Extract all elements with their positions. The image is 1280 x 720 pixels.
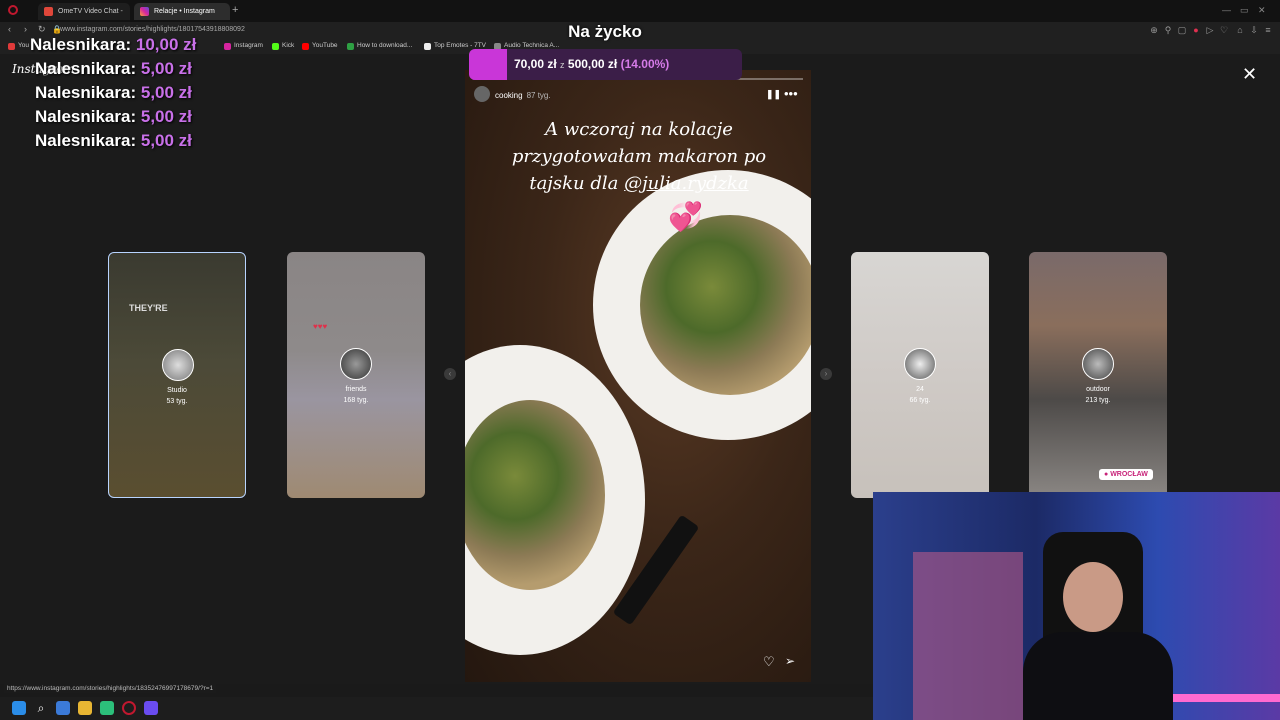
favorites-heart-icon[interactable]: ♡ — [1218, 25, 1230, 36]
highlight-card-24[interactable]: 24 66 tyg. — [851, 252, 989, 498]
donation-goal-bar: 70,00 zł z 500,00 zł (14.00%) — [469, 49, 742, 80]
new-tab-button[interactable]: + — [232, 4, 238, 16]
highlight-time: 168 tyg. — [343, 397, 369, 404]
donation-goal-fill — [469, 49, 508, 80]
reload-icon[interactable]: ↻ — [38, 24, 46, 35]
avatar — [162, 349, 194, 381]
highlight-title: 24 — [916, 386, 924, 393]
tab-label: Relacje • Instagram — [154, 8, 215, 15]
snapshot-icon[interactable]: ▢ — [1176, 25, 1188, 36]
task-view-icon[interactable] — [56, 701, 70, 715]
next-story-button[interactable]: › — [820, 368, 832, 380]
hearts-sticker-icon: 💞 — [668, 201, 703, 232]
ometv-favicon-icon — [44, 7, 53, 16]
opera-taskbar-icon[interactable] — [122, 701, 136, 715]
opera-logo-icon[interactable] — [8, 5, 18, 15]
pin-icon[interactable]: ⚲ — [1162, 25, 1174, 36]
hearts-icon: ♥♥♥ — [313, 322, 328, 331]
share-send-icon[interactable]: ➢ — [785, 654, 795, 668]
file-explorer-icon[interactable] — [78, 701, 92, 715]
like-heart-icon[interactable]: ♡ — [763, 654, 775, 670]
tab-ometv[interactable]: OmeTV Video Chat - — [38, 3, 130, 20]
search-icon[interactable]: ⌕ — [34, 701, 48, 715]
status-url: https://www.instagram.com/stories/highli… — [4, 684, 217, 693]
record-icon[interactable]: ● — [1190, 25, 1202, 35]
windows-start-icon[interactable] — [12, 701, 26, 715]
mention-link[interactable]: @julia.rydzka — [624, 173, 749, 194]
previous-story-button[interactable]: ‹ — [444, 368, 456, 380]
pause-icon[interactable]: ❚❚ — [766, 89, 781, 100]
tab-instagram[interactable]: Relacje • Instagram — [134, 3, 230, 20]
highlight-card-outdoor[interactable]: outdoor 213 tyg. ● WROCŁAW — [1029, 252, 1167, 498]
bookmark-instagram[interactable]: Instagram — [224, 40, 263, 52]
bookmark-youtube[interactable]: YouTube — [302, 40, 338, 52]
avatar — [340, 348, 372, 380]
donation-goal-text: 70,00 zł z 500,00 zł (14.00%) — [514, 57, 670, 71]
menu-icon[interactable]: ≡ — [1262, 25, 1274, 35]
story-user[interactable]: cooking 87 tyg. — [495, 91, 551, 100]
forward-arrow-icon[interactable]: › — [24, 24, 27, 34]
restore-icon[interactable]: ▭ — [1240, 5, 1249, 16]
bookmark-kick[interactable]: Kick — [272, 40, 294, 52]
noodles — [640, 215, 811, 395]
streaming-app-icon[interactable] — [144, 701, 158, 715]
story-time: 87 tyg. — [526, 91, 551, 100]
webcam-background — [913, 552, 1023, 720]
more-options-icon[interactable]: ••• — [784, 86, 798, 101]
zoom-icon[interactable]: ⊕ — [1148, 25, 1160, 36]
highlight-time: 66 tyg. — [909, 397, 931, 404]
window-close-icon[interactable]: ✕ — [1258, 5, 1266, 16]
led-strip — [1173, 694, 1280, 702]
back-arrow-icon[interactable]: ‹ — [8, 24, 11, 34]
minimize-icon[interactable]: — — [1222, 5, 1231, 15]
story-avatar[interactable] — [474, 86, 490, 102]
stream-title: Na życko — [568, 22, 642, 41]
webcam-feed — [873, 492, 1280, 720]
app-icon[interactable] — [100, 701, 114, 715]
highlight-headline: THEY'RE — [129, 303, 168, 313]
story-username[interactable]: cooking — [495, 91, 523, 100]
highlight-time: 213 tyg. — [1085, 397, 1111, 404]
avatar — [1082, 348, 1114, 380]
donation-entry: Nalesnikara: 10,00 zł — [30, 35, 197, 54]
highlight-time: 53 tyg. — [166, 398, 188, 405]
instagram-favicon-icon — [140, 7, 149, 16]
highlight-title: outdoor — [1086, 386, 1110, 393]
donation-entry: Nalesnikara: 5,00 zł — [35, 107, 192, 126]
streamer-body — [1023, 632, 1173, 720]
download-icon[interactable]: ⇩ — [1248, 25, 1260, 36]
wallet-icon[interactable]: ⌂ — [1234, 25, 1246, 35]
bookmark-how-to-download[interactable]: How to download... — [347, 40, 412, 52]
donation-entry: Nalesnikara: 5,00 zł — [35, 59, 192, 78]
location-sticker: ● WROCŁAW — [1099, 469, 1153, 480]
avatar — [904, 348, 936, 380]
highlight-title: friends — [345, 386, 367, 393]
close-icon[interactable]: ✕ — [1242, 64, 1257, 85]
bookmark-you[interactable]: You — [8, 40, 29, 52]
highlight-card-studio[interactable]: THEY'RE Studio 53 tyg. — [108, 252, 246, 498]
donation-entry: Nalesnikara: 5,00 zł — [35, 131, 192, 150]
streamer-face — [1063, 562, 1123, 632]
highlight-card-friends[interactable]: ♥♥♥ friends 168 tyg. — [287, 252, 425, 498]
highlight-title: Studio — [167, 387, 187, 394]
donation-entry: Nalesnikara: 5,00 zł — [35, 83, 192, 102]
tab-label: OmeTV Video Chat - — [58, 8, 123, 15]
story-caption: A wczoraj na kolacje przygotowałam makar… — [511, 119, 767, 194]
play-icon[interactable]: ▷ — [1204, 25, 1216, 36]
